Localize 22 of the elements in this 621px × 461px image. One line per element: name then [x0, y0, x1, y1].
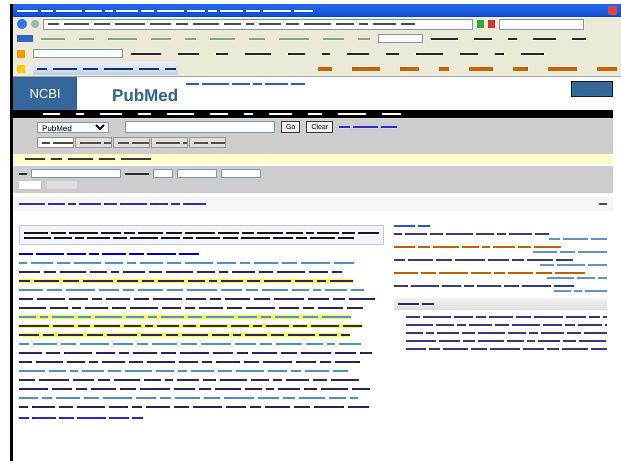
display-select[interactable] — [177, 169, 217, 178]
database-select[interactable]: PubMed — [37, 122, 109, 132]
search-tab[interactable] — [189, 137, 226, 148]
toolbar-field[interactable] — [33, 49, 123, 58]
search-tab[interactable] — [113, 137, 150, 148]
search-tab[interactable] — [75, 137, 112, 148]
ncbi-logo[interactable]: NCBI — [13, 77, 77, 110]
display-select[interactable] — [153, 169, 173, 178]
search-tab[interactable] — [37, 137, 74, 148]
back-icon[interactable] — [17, 19, 27, 29]
toolbar-field[interactable] — [378, 34, 423, 43]
display-select[interactable] — [31, 169, 121, 178]
toolbar-logo-icon[interactable] — [17, 50, 25, 58]
search-field[interactable] — [499, 18, 584, 30]
search-tab[interactable] — [151, 137, 188, 148]
address-field[interactable] — [43, 18, 473, 30]
query-field[interactable] — [125, 121, 275, 133]
forward-icon[interactable] — [31, 20, 39, 28]
pubmed-logo[interactable]: PubMed — [112, 83, 178, 108]
display-select[interactable] — [221, 169, 261, 178]
header-box[interactable] — [571, 81, 613, 97]
browser-tab[interactable] — [33, 62, 178, 75]
